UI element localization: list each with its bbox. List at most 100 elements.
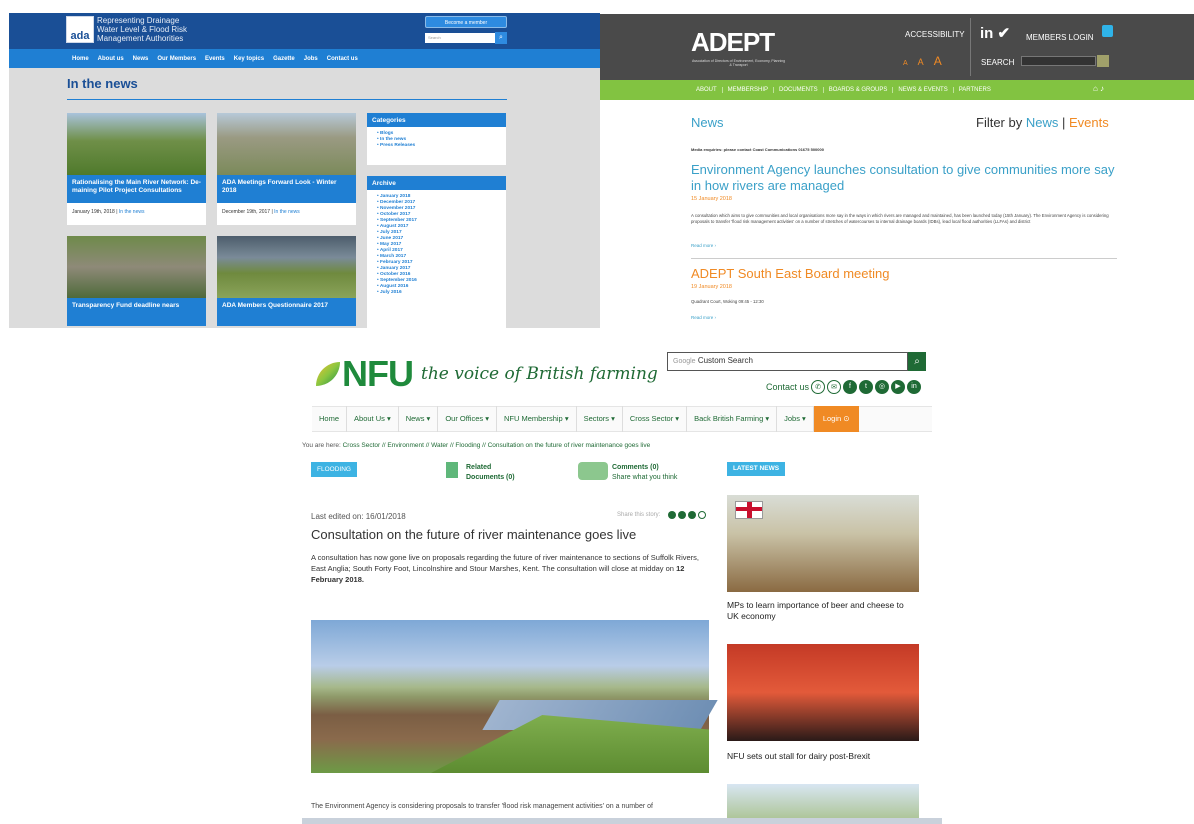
members-login-link[interactable]: MEMBERS LOGIN <box>1026 33 1094 42</box>
facebook-icon[interactable]: f <box>843 380 857 394</box>
nfu-nav-about[interactable]: About Us ▾ <box>347 406 399 432</box>
ada-logo-line: Representing Drainage <box>97 16 180 25</box>
email-icon[interactable]: ✉ <box>827 380 841 394</box>
event-location: Quadrant Court, Woking 09:45 - 12:30 <box>691 299 764 304</box>
login-button[interactable]: Login ⊙ <box>813 406 859 432</box>
ada-card-title[interactable]: Rationalising the Main River Network: De… <box>67 175 206 203</box>
adept-nav-about[interactable]: ABOUT <box>691 87 723 93</box>
search-label: SEARCH <box>981 58 1015 67</box>
filter-events-link[interactable]: Events <box>1069 115 1109 130</box>
page-title: Consultation on the future of river main… <box>311 527 637 542</box>
ada-logo-line: Water Level & Flood Risk <box>97 25 187 34</box>
adept-logo[interactable]: ADEPT <box>691 27 775 58</box>
archive-link[interactable]: • July 2016 <box>377 290 496 296</box>
nfu-nav-membership[interactable]: NFU Membership ▾ <box>497 406 577 432</box>
latest-news-link[interactable]: NFU sets out stall for dairy post-Brexit <box>727 751 917 762</box>
email-icon[interactable] <box>698 511 706 519</box>
ada-logo-icon: ada <box>66 16 94 43</box>
ada-card-date: December 19th, 2017 | In the news <box>222 209 300 215</box>
ada-logo[interactable]: ada Representing Drainage Water Level & … <box>66 16 187 43</box>
flooding-tag[interactable]: FLOODING <box>311 462 357 477</box>
ada-card-image <box>67 113 206 175</box>
ada-news-card[interactable]: ADA Meetings Forward Look - Winter 2018 … <box>217 113 356 225</box>
article-lead: A consultation has now gone live on prop… <box>311 553 700 584</box>
ada-nav-about[interactable]: About us <box>98 56 124 62</box>
ada-nav-jobs[interactable]: Jobs <box>304 56 318 62</box>
adept-nav-news-events[interactable]: NEWS & EVENTS <box>893 87 954 93</box>
nfu-nav-sectors[interactable]: Sectors ▾ <box>577 406 623 432</box>
adept-nav-partners[interactable]: PARTNERS <box>954 87 996 93</box>
twitter-icon[interactable]: t <box>859 380 873 394</box>
nfu-nav: Home About Us ▾ News ▾ Our Offices ▾ NFU… <box>312 406 932 432</box>
ada-card-image <box>67 236 206 298</box>
ada-card-date: January 19th, 2018 | In the news <box>72 209 145 215</box>
linkedin-icon[interactable] <box>668 511 676 519</box>
adept-nav-membership[interactable]: MEMBERSHIP <box>723 87 775 93</box>
font-size-medium[interactable]: A <box>918 57 924 67</box>
accessibility-link[interactable]: ACCESSIBILITY <box>905 30 965 39</box>
nfu-nav-news[interactable]: News ▾ <box>399 406 439 432</box>
lock-icon[interactable] <box>1102 25 1113 37</box>
adept-search-button[interactable] <box>1097 55 1109 67</box>
youtube-icon[interactable]: ▶ <box>891 380 905 394</box>
event-title[interactable]: ADEPT South East Board meeting <box>691 266 889 281</box>
article-body: The Environment Agency is considering pr… <box>311 803 653 810</box>
font-size-controls: A A A <box>903 54 942 68</box>
ada-card-title[interactable]: Transparency Fund deadline nears <box>67 298 206 326</box>
ada-page-title: In the news <box>67 76 138 91</box>
latest-news-link[interactable]: MPs to learn importance of beer and chee… <box>727 600 917 622</box>
adept-website-panel: ADEPT Association of Directors of Enviro… <box>600 14 1194 327</box>
nfu-nav-offices[interactable]: Our Offices ▾ <box>438 406 497 432</box>
adept-nav-documents[interactable]: DOCUMENTS <box>774 87 824 93</box>
news-image-dairy[interactable] <box>727 644 919 741</box>
nfu-logo[interactable]: NFU the voice of British farming <box>316 353 658 395</box>
ada-news-card[interactable]: Rationalising the Main River Network: De… <box>67 113 206 225</box>
related-documents-link[interactable]: Related Documents (0) <box>466 463 515 483</box>
nfu-nav-jobs[interactable]: Jobs ▾ <box>777 406 814 432</box>
nfu-nav-home[interactable]: Home <box>312 406 348 432</box>
ada-news-card[interactable]: ADA Members Questionnaire 2017 <box>217 236 356 326</box>
ada-nav-home[interactable]: Home <box>72 56 89 62</box>
ada-nav-events[interactable]: Events <box>205 56 225 62</box>
facebook-icon[interactable] <box>678 511 686 519</box>
filter-news-link[interactable]: News <box>1026 115 1059 130</box>
read-more-link[interactable]: Read more › <box>691 315 716 320</box>
adept-nav-boards[interactable]: BOARDS & GROUPS <box>824 87 894 93</box>
article-date: 15 January 2018 <box>691 196 732 202</box>
phone-icon[interactable]: ✆ <box>811 380 825 394</box>
ada-nav-news[interactable]: News <box>133 56 149 62</box>
ada-card-title[interactable]: ADA Meetings Forward Look - Winter 2018 <box>217 175 356 203</box>
comments-link[interactable]: Comments (0) Share what you think <box>612 463 677 483</box>
instagram-icon[interactable]: ◎ <box>875 380 889 394</box>
nfu-nav-cross-sector[interactable]: Cross Sector ▾ <box>623 406 688 432</box>
twitter-icon[interactable] <box>688 511 696 519</box>
linkedin-icon[interactable]: in <box>907 380 921 394</box>
ada-search-button[interactable]: ⌕ <box>495 32 507 44</box>
category-link[interactable]: • Press Releases <box>377 143 496 149</box>
nfu-nav-back-british-farming[interactable]: Back British Farming ▾ <box>687 406 778 432</box>
become-member-button[interactable]: Become a member <box>425 16 507 28</box>
union-flag-icon <box>735 501 763 519</box>
nfu-search-input[interactable]: Google Custom Search <box>667 352 908 371</box>
breadcrumb-links[interactable]: Cross Sector // Environment // Water // … <box>343 442 651 449</box>
font-size-small[interactable]: A <box>903 60 908 67</box>
contact-us-link[interactable]: Contact us <box>766 382 809 392</box>
ada-nav-gazette[interactable]: Gazette <box>273 56 295 62</box>
font-size-large[interactable]: A <box>934 54 942 68</box>
news-image-parliament[interactable] <box>727 495 919 592</box>
adept-logo-subtitle: Association of Directors of Environment,… <box>691 59 786 67</box>
ada-nav-contact[interactable]: Contact us <box>327 56 358 62</box>
adept-search-input[interactable] <box>1021 56 1096 66</box>
article-title[interactable]: Environment Agency launches consultation… <box>691 162 1121 194</box>
read-more-link[interactable]: Read more › <box>691 243 716 248</box>
ada-nav-members[interactable]: Our Members <box>157 56 196 62</box>
ada-news-card[interactable]: Transparency Fund deadline nears <box>67 236 206 326</box>
search-icon[interactable]: ⌕ <box>908 352 926 371</box>
document-icon <box>446 462 458 478</box>
ada-card-title[interactable]: ADA Members Questionnaire 2017 <box>217 298 356 326</box>
linkedin-twitter-icons[interactable]: in ✔ <box>980 24 1010 42</box>
breadcrumb: You are here: Cross Sector // Environmen… <box>302 442 651 449</box>
ada-search-input[interactable]: Search <box>425 33 495 43</box>
home-icon[interactable]: ⌂ ♪ <box>1093 84 1104 93</box>
ada-nav-key-topics[interactable]: Key topics <box>234 56 264 62</box>
